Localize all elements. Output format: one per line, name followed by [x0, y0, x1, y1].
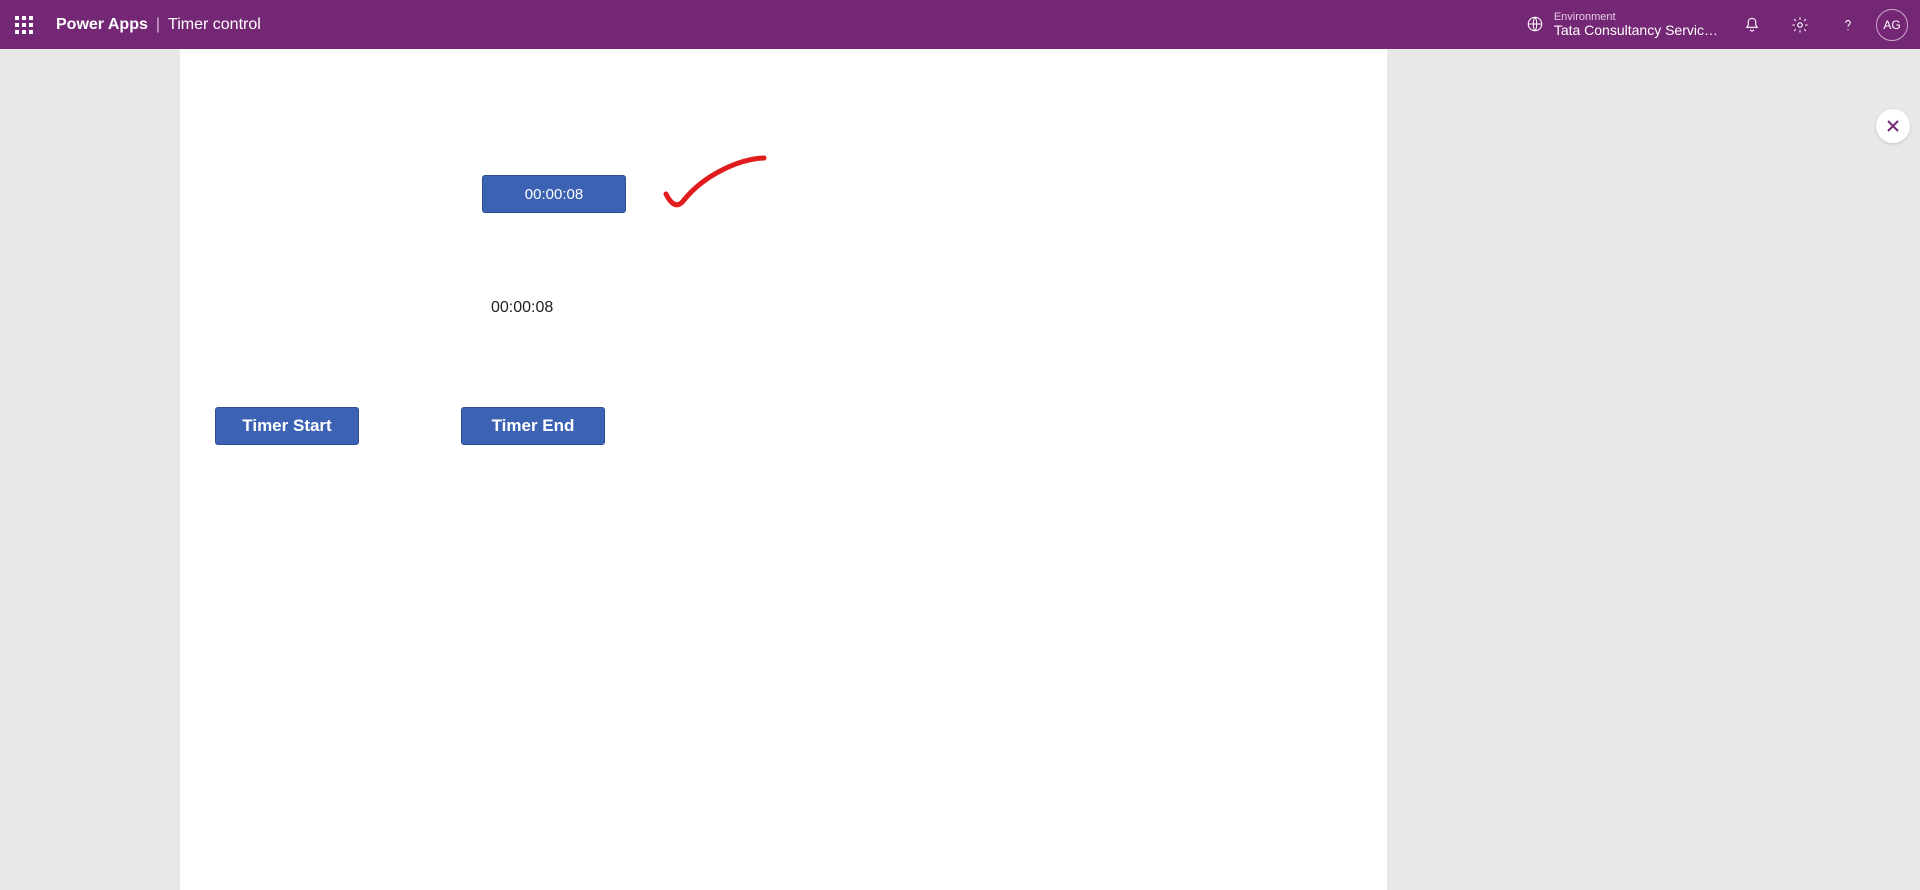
settings-icon[interactable] — [1776, 1, 1824, 49]
avatar-initials: AG — [1883, 18, 1900, 32]
environment-name: Tata Consultancy Servic… — [1554, 23, 1718, 38]
close-icon — [1886, 119, 1900, 133]
timer-start-button[interactable]: Timer Start — [215, 407, 359, 445]
checkmark-annotation — [660, 154, 770, 214]
waffle-icon[interactable] — [0, 1, 48, 49]
page-title: Timer control — [168, 16, 261, 34]
timer-start-label: Timer Start — [242, 416, 331, 436]
notifications-icon[interactable] — [1728, 1, 1776, 49]
app-canvas: 00:00:08 00:00:08 Timer Start Timer End — [180, 49, 1387, 890]
waffle-grid-icon — [15, 16, 33, 34]
brand-title: Power Apps | Timer control — [48, 16, 261, 34]
environment-picker[interactable]: Environment Tata Consultancy Servic… — [1526, 11, 1728, 38]
help-icon[interactable] — [1824, 1, 1872, 49]
user-avatar[interactable]: AG — [1876, 9, 1908, 41]
app-header: Power Apps | Timer control Environment T… — [0, 0, 1920, 49]
timer-end-label: Timer End — [492, 416, 575, 436]
timer-end-button[interactable]: Timer End — [461, 407, 605, 445]
environment-label: Environment — [1554, 11, 1718, 23]
globe-icon — [1526, 15, 1544, 33]
close-preview-button[interactable] — [1876, 109, 1910, 143]
timer-label: 00:00:08 — [491, 299, 553, 317]
preview-stage: 00:00:08 00:00:08 Timer Start Timer End — [0, 49, 1920, 890]
timer-control[interactable]: 00:00:08 — [482, 175, 626, 213]
brand-separator: | — [156, 16, 160, 34]
timer-value: 00:00:08 — [525, 186, 583, 203]
brand-name[interactable]: Power Apps — [56, 16, 148, 34]
